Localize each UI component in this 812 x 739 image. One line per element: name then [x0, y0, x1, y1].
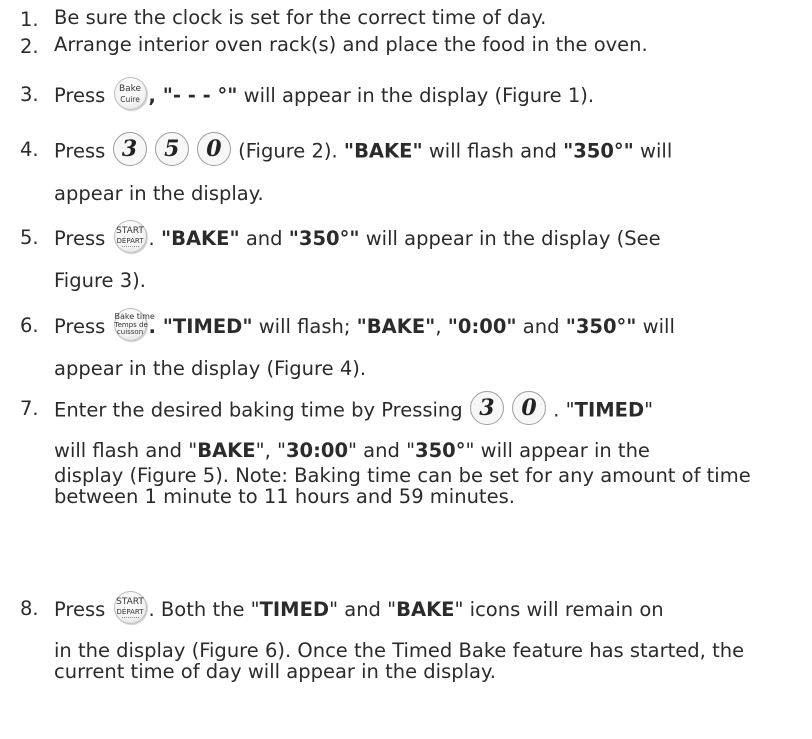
step-text: Press Bake Cuire , "- - - °" will appear… — [54, 77, 806, 110]
number-key-3: 3 — [112, 132, 147, 166]
step-number: 2. — [20, 35, 39, 58]
step-number: 8. — [20, 597, 39, 620]
step-number: 3. — [20, 83, 39, 106]
step-text: Enter the desired baking time by Pressin… — [54, 391, 806, 507]
step-number: 5. — [20, 226, 39, 249]
step-text: Be sure the clock is set for the correct… — [54, 6, 547, 29]
bake-time-button: Bake time Temps de cuisson — [113, 308, 155, 341]
step-text: Press START DÉPART . "BAKE" and "350°" w… — [54, 220, 806, 291]
bake-button: Bake Cuire — [113, 77, 147, 110]
step-number: 1. — [20, 8, 39, 31]
step-number: 4. — [20, 138, 39, 161]
step-text: Press START DÉPART . Both the "TIMED" an… — [54, 591, 806, 682]
start-button: START DÉPART — [113, 220, 147, 253]
number-key-0: 0 — [196, 132, 231, 166]
start-button: START DÉPART — [113, 591, 147, 624]
step-number: 7. — [20, 397, 39, 420]
step-text: Press Bake time Temps de cuisson . "TIME… — [54, 308, 806, 379]
number-key-3: 3 — [469, 391, 504, 425]
step-text: Arrange interior oven rack(s) and place … — [54, 33, 648, 56]
number-key-0: 0 — [512, 391, 547, 425]
step-text: Press 3 5 0 (Figure 2). "BAKE" will flas… — [54, 132, 806, 204]
number-key-5: 5 — [154, 132, 189, 166]
step-number: 6. — [20, 314, 39, 337]
